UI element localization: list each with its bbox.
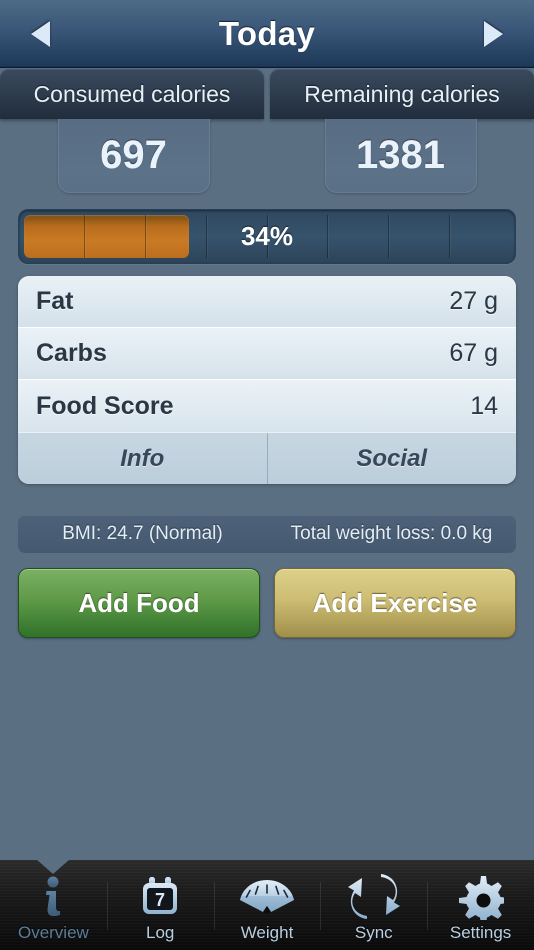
tab-settings[interactable]: Settings [427,860,534,950]
social-button-label: Social [356,444,428,472]
tab-settings-label: Settings [449,923,512,942]
tab-weight-label: Weight [240,923,294,942]
row-label-food-score: Food Score [36,391,174,420]
tab-log[interactable]: 7 Log [106,860,214,950]
next-day-button[interactable] [480,19,506,49]
weight-loss-stat: Total weight loss: 0.0 kg [290,523,493,544]
gear-icon [458,873,504,921]
info-button-label: Info [120,444,165,472]
navigation-bar: Today [0,0,534,68]
triangle-right-icon [484,20,503,47]
consumed-calories-value: 697 [100,133,167,177]
add-food-button[interactable]: Add Food [18,568,260,638]
row-label-carbs: Carbs [36,339,107,367]
tab-bar: Overview 7 Log Weight Sync Settings [0,859,534,950]
row-label-fat: Fat [36,287,74,315]
stats-strip: BMI: 24.7 (Normal) Total weight loss: 0.… [18,515,516,553]
info-button[interactable]: Info [18,433,267,484]
sync-arrows-icon [347,873,401,921]
scale-gauge-icon [239,873,295,921]
add-exercise-button[interactable]: Add Exercise [274,568,516,638]
summary-tabs: Consumed calories Remaining calories [0,69,534,119]
remaining-calories-value: 1381 [356,133,445,177]
consumed-calories-box: 697 [57,119,210,193]
remaining-calories-box: 1381 [324,119,477,193]
tab-remaining-calories-label: Remaining calories [304,80,500,107]
tab-consumed-calories-label: Consumed calories [33,80,231,107]
action-buttons: Add Food Add Exercise [18,568,516,638]
row-value-food-score: 14 [470,391,498,420]
bmi-stat: BMI: 24.7 (Normal) [62,523,223,544]
triangle-left-icon [31,20,50,47]
add-exercise-label: Add Exercise [312,587,478,618]
tab-weight[interactable]: Weight [213,860,321,950]
add-food-label: Add Food [78,587,200,618]
row-value-fat: 27 g [449,287,498,315]
table-row[interactable]: Carbs 67 g [18,328,516,380]
table-row[interactable]: Food Score 14 [18,380,516,432]
tab-overview-label: Overview [17,923,89,942]
tab-sync-label: Sync [354,923,393,942]
row-value-carbs: 67 g [449,339,498,367]
progress-track: 34% [24,215,510,258]
info-icon [36,873,70,921]
app-screen: Today Consumed calories Remaining calori… [0,0,534,950]
tab-overview[interactable]: Overview [0,859,107,950]
tab-sync[interactable]: Sync [320,860,427,950]
remaining-calories-cell: 1381 [267,119,534,194]
progress-percent-label: 34% [240,221,294,251]
tab-consumed-calories[interactable]: Consumed calories [0,69,264,119]
consumed-calories-cell: 697 [0,119,267,194]
social-button[interactable]: Social [266,433,517,484]
summary-values: 697 1381 [0,119,534,194]
panel-footer: Info Social [18,432,516,484]
selected-tab-indicator [36,859,71,874]
tab-log-label: Log [146,923,175,942]
table-row[interactable]: Fat 27 g [18,276,516,328]
calorie-progress-bar: 34% [18,209,516,264]
tab-remaining-calories[interactable]: Remaining calories [270,69,534,119]
previous-day-button[interactable] [28,19,54,49]
nutrient-panel: Fat 27 g Carbs 67 g Food Score 14 Info S… [18,276,516,484]
calendar-icon: 7 [138,873,182,921]
page-title: Today [218,14,316,52]
calendar-day-number: 7 [155,890,165,910]
